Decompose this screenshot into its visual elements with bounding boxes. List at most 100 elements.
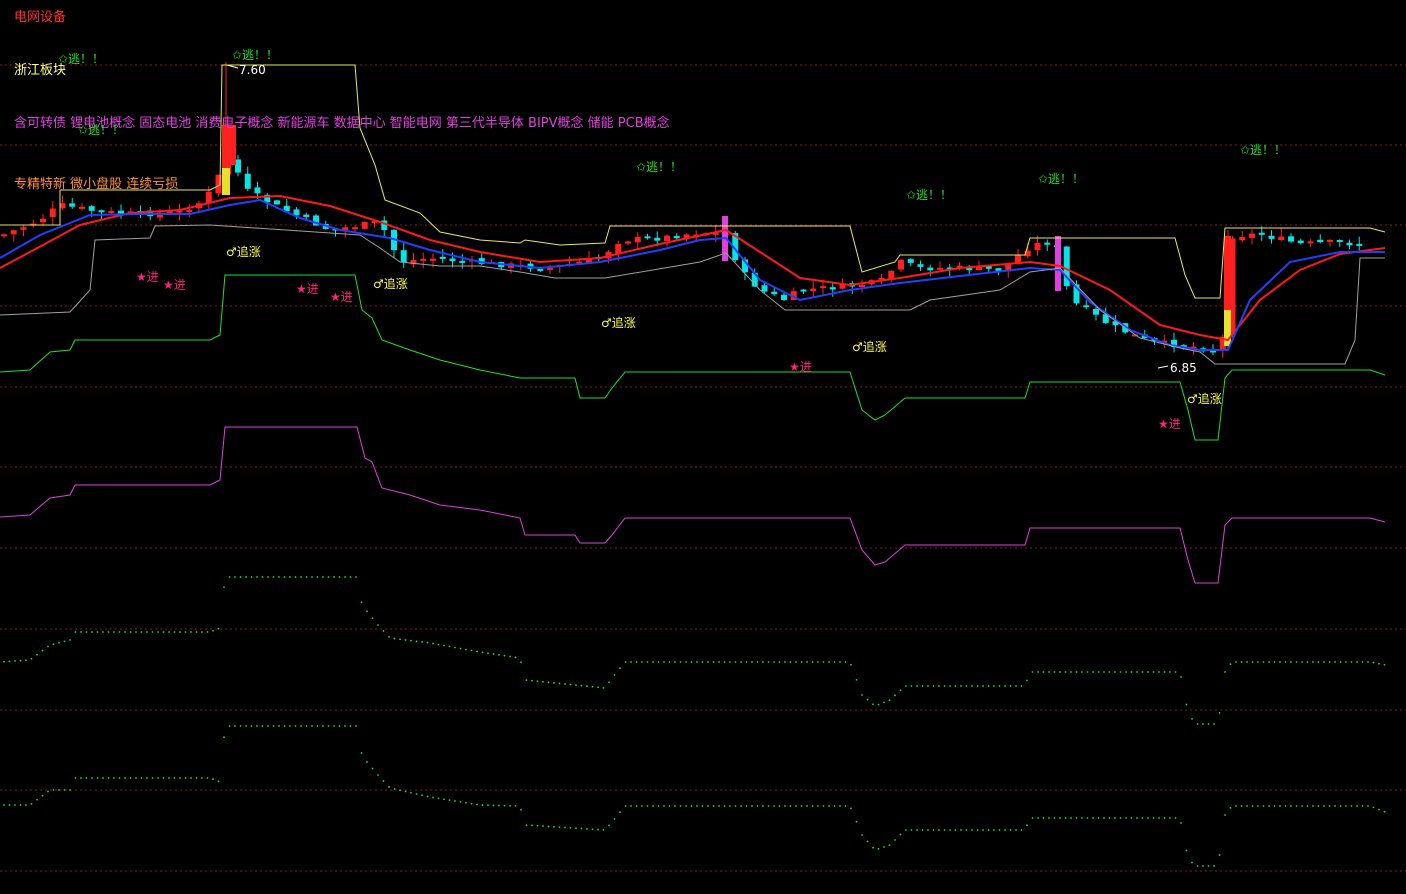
signal-dot [426,641,429,644]
signal-dot [580,684,583,687]
signal-dot [239,725,242,727]
signal-dot [294,725,297,727]
signal-dot [498,653,500,656]
signal-dot [1240,661,1243,663]
signal-dot [921,829,924,831]
signal-dot [1152,817,1155,819]
signal-dot [102,631,104,633]
candle-body [274,200,280,205]
signal-dot [723,805,726,807]
signal-dot [283,725,286,727]
signal-dot [344,576,346,578]
signal-dot [102,777,104,779]
signal-dot [1185,703,1188,706]
signal-dot [927,829,929,831]
signal-dot [1042,671,1045,673]
signal-dot [1169,817,1171,819]
signal-dot [828,805,830,807]
signal-dot [701,661,704,663]
signal-dot [294,576,297,578]
signal-dot [877,847,880,850]
signal-dot [1306,805,1309,807]
signal-dot [1372,661,1375,664]
signal-dot [888,844,891,847]
signal-dot [162,631,165,633]
signal-dot [1273,805,1276,807]
signal-dot [212,629,214,632]
candle-body [293,209,300,216]
signal-dot [635,805,638,807]
signal-dot [641,805,643,807]
signal-dot [773,805,775,807]
signal-dot [1141,671,1144,673]
signal-dot [822,661,825,663]
signal-dot [756,661,759,663]
candle-body [634,236,641,243]
signal-dot [520,661,522,664]
candle-body [1346,242,1353,246]
signal-dot [976,829,979,831]
signal-dot [201,777,203,779]
signal-dot [1075,817,1078,819]
signal-dot [52,789,55,791]
signal-dot [839,661,841,663]
signal-dot [47,790,49,793]
signal-dot [58,789,60,791]
signal-dot [267,725,269,727]
signal-dot [894,839,896,841]
candle-body [186,210,193,213]
signal-dot [608,681,610,684]
signal-dot [250,576,253,578]
signal-dot [91,777,93,779]
signal-dot [1108,817,1111,819]
signal-dot [1169,671,1171,673]
signal-dot [124,777,126,779]
candle-body [898,259,904,270]
signal-dot [1356,661,1358,663]
candle-body [244,173,251,189]
signal-dot [256,725,258,727]
candle-body [10,230,17,235]
signal-dot [377,774,379,776]
signal-dot [718,805,720,807]
signal-dot [349,576,352,578]
signal-dot [415,793,418,795]
signal-dot [448,799,451,802]
signal-dot [751,661,753,663]
candle-body [205,191,212,203]
signal-dot [443,644,445,647]
escape-signal: ✩逃！！ [232,48,279,62]
signal-dot [575,684,577,686]
signal-dot [1273,661,1276,663]
high-price-annotation: 7.60 [239,63,266,77]
signal-dot [767,805,770,807]
signal-dot [272,576,275,578]
enter-signal: ★进 [296,282,319,296]
signal-dot [1251,805,1254,807]
candle-body [927,267,934,271]
signal-dot [822,805,825,807]
signal-dot [333,576,335,578]
signal-dot [96,777,99,779]
signal-dot [998,685,1001,687]
candle-body [303,214,310,217]
signal-dot [190,631,192,633]
candle-body [907,259,914,263]
chase-signal: ♂追涨 [852,340,887,354]
signal-dot [234,576,236,578]
signal-dot [1317,805,1320,807]
signal-dot [905,685,907,687]
signal-dot [1350,661,1353,663]
signal-dot [41,794,44,797]
signal-dot [1086,671,1089,673]
signal-dot [1004,685,1006,687]
ma-fast-line [0,198,1385,351]
signal-dot [212,778,214,781]
chase-signal: ♂追涨 [373,277,408,291]
candle-body [1055,236,1061,291]
signal-dot [685,805,687,807]
signal-dot [993,829,995,831]
signal-dot [1356,805,1358,807]
signal-dot [729,661,731,663]
signal-dot [1064,817,1067,819]
